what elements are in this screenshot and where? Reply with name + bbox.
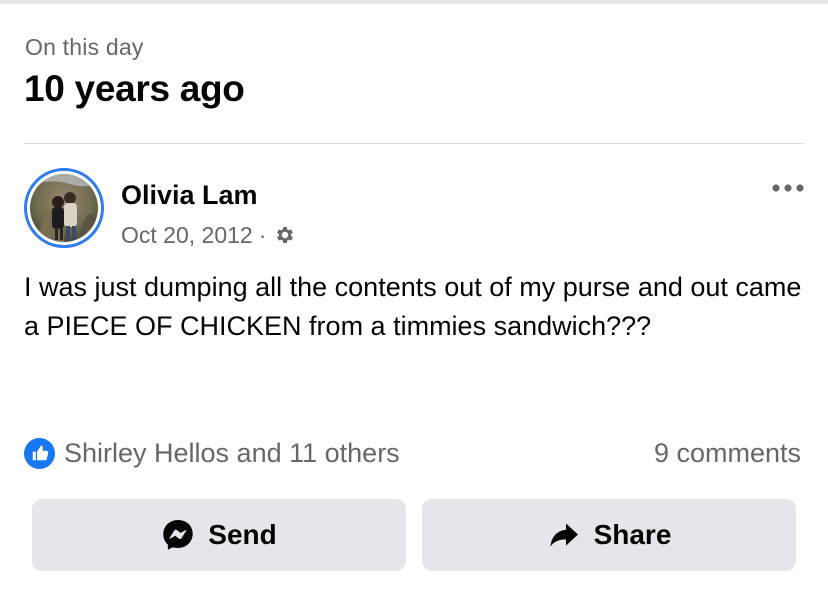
messenger-icon	[163, 520, 193, 550]
share-label: Share	[593, 519, 672, 550]
more-icon	[772, 184, 804, 192]
share-arrow-icon	[550, 523, 578, 547]
post-date[interactable]: Oct 20, 2012	[121, 222, 253, 249]
send-label: Send	[208, 519, 277, 550]
share-button[interactable]: Share	[422, 499, 796, 571]
more-options-button[interactable]	[766, 176, 810, 200]
avatar-image	[30, 174, 98, 242]
memory-title: 10 years ago	[24, 68, 245, 109]
like-icon	[24, 437, 55, 469]
memory-label: On this day	[25, 34, 144, 60]
post-meta: Oct 20, 2012 ·	[121, 220, 296, 250]
author-name[interactable]: Olivia Lam	[121, 180, 258, 211]
meta-separator: ·	[258, 221, 267, 248]
section-divider	[24, 143, 804, 144]
avatar[interactable]	[24, 168, 104, 248]
reactions-summary[interactable]: Shirley Hellos and 11 others	[24, 436, 400, 470]
post-text: I was just dumping all the contents out …	[24, 272, 802, 341]
gear-icon	[277, 227, 294, 243]
avatar-photo	[30, 174, 98, 242]
reactions-text: Shirley Hellos and 11 others	[64, 437, 400, 468]
top-divider	[0, 0, 828, 4]
send-button[interactable]: Send	[32, 499, 406, 571]
comments-count[interactable]: 9 comments	[654, 436, 801, 470]
